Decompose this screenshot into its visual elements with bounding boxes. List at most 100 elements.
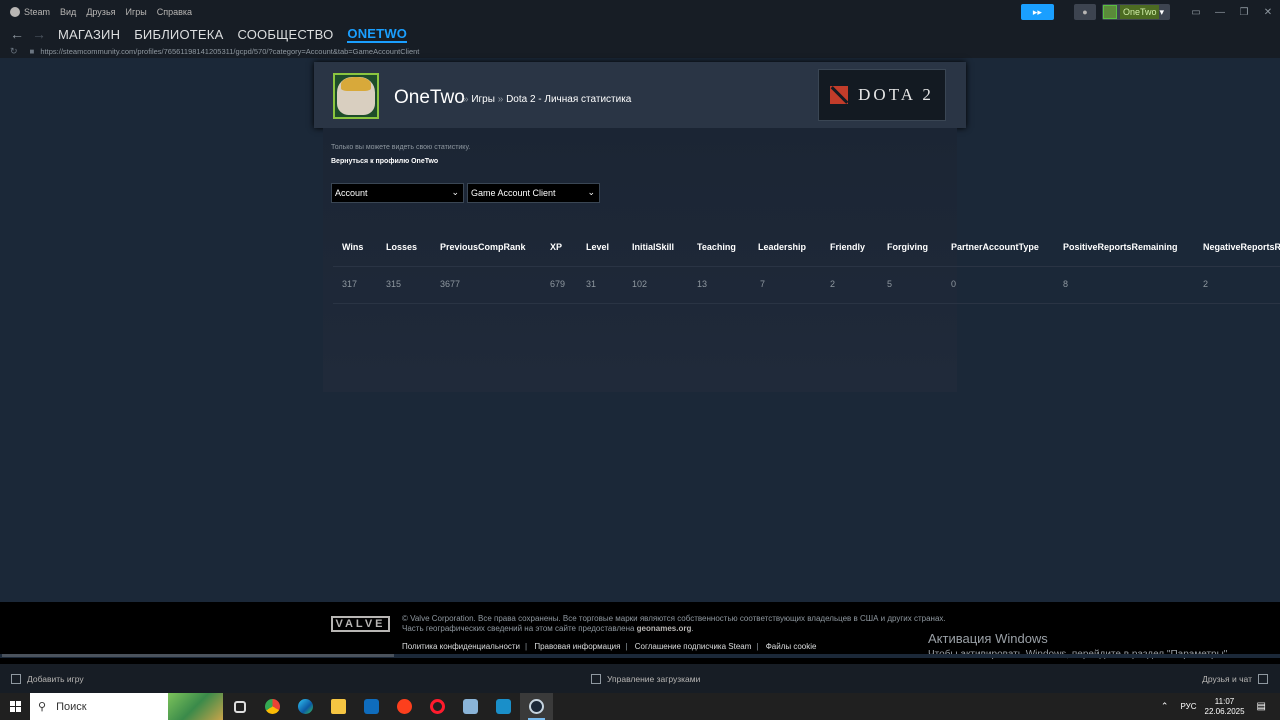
legal-link[interactable]: Правовая информация — [534, 642, 620, 651]
maximize-button[interactable]: ❐ — [1232, 7, 1256, 18]
yandex-app[interactable] — [388, 693, 421, 720]
notepad-app[interactable] — [454, 693, 487, 720]
subscriber-agreement-link[interactable]: Соглашение подписчика Steam — [635, 642, 752, 651]
opera-icon — [430, 699, 445, 714]
chevron-down-icon: ⌄ — [587, 187, 595, 197]
tab-select-value: Game Account Client — [471, 188, 556, 198]
steam-icon — [529, 699, 544, 714]
column-header: Friendly — [830, 242, 866, 252]
column-header: PositiveReportsRemaining — [1063, 242, 1178, 252]
outlook-app[interactable] — [355, 693, 388, 720]
windows-logo-icon — [9, 701, 21, 712]
friends-chat-button[interactable]: Друзья и чат — [1202, 673, 1268, 684]
notifications-button[interactable]: ● — [1073, 4, 1096, 20]
profile-name[interactable]: OneTwo — [394, 87, 465, 109]
table-cell: 3677 — [440, 279, 461, 289]
account-menu-button[interactable]: OneTwo ▾ — [1101, 4, 1170, 20]
copyright-line-1: © Valve Corporation. Все права сохранены… — [402, 614, 946, 623]
table-cell: 315 — [386, 279, 402, 289]
megaphone-icon: ▸▸ — [1032, 6, 1042, 17]
reload-icon[interactable]: ↻ — [10, 46, 18, 57]
activation-title: Активация Windows — [928, 631, 1048, 646]
steam-bottom-bar: Добавить игру Управление загрузками Друз… — [0, 664, 1280, 693]
minimize-button[interactable]: — — [1208, 7, 1232, 18]
nav-community[interactable]: СООБЩЕСТВО — [237, 27, 333, 42]
table-row: 317 315 3677 679 31 102 13 7 2 5 0 8 2 — [333, 266, 1280, 304]
privacy-policy-link[interactable]: Политика конфиденциальности — [402, 642, 520, 651]
lock-icon: ■ — [29, 46, 35, 56]
column-header: InitialSkill — [632, 242, 675, 252]
table-cell: 13 — [697, 279, 708, 289]
scrollbar-thumb[interactable] — [2, 654, 394, 657]
steam-menu-label: Steam — [24, 7, 51, 17]
chevron-up-icon[interactable]: ⌃ — [1161, 701, 1169, 712]
search-placeholder: Поиск — [56, 700, 87, 713]
plus-icon — [11, 673, 21, 684]
back-to-profile-link[interactable]: Вернуться к профилю OneTwo — [331, 158, 438, 165]
breadcrumb-games[interactable]: Игры — [471, 94, 495, 105]
add-game-button[interactable]: Добавить игру — [11, 673, 84, 684]
language-indicator[interactable]: РУС — [1180, 702, 1196, 711]
account-name: OneTwo — [1119, 5, 1160, 19]
steam-logo-icon — [10, 7, 20, 17]
table-cell: 102 — [632, 279, 648, 289]
steam-menu[interactable]: Steam — [10, 7, 50, 17]
breadcrumb: » Игры » Dota 2 - Личная статистика — [463, 94, 632, 105]
chevron-down-icon: ⌄ — [451, 187, 459, 197]
menu-games[interactable]: Игры — [126, 7, 147, 17]
menu-friends[interactable]: Друзья — [86, 7, 115, 17]
url-text[interactable]: https://steamcommunity.com/profiles/7656… — [40, 47, 419, 56]
friends-chat-label: Друзья и чат — [1202, 673, 1252, 684]
chrome-app[interactable] — [256, 693, 289, 720]
steam-app[interactable] — [520, 693, 553, 720]
explorer-app[interactable] — [322, 693, 355, 720]
geonames-link[interactable]: geonames.org — [637, 624, 692, 633]
search-icon: ⚲ — [38, 701, 47, 713]
profile-avatar[interactable] — [333, 73, 379, 119]
taskbar-search[interactable]: ⚲ Поиск — [30, 693, 223, 720]
chrome-icon — [265, 699, 280, 714]
downloads-button[interactable]: Управление загрузками — [591, 673, 701, 684]
folder-icon — [331, 699, 346, 714]
broadcast-button[interactable]: ▸▸ — [1020, 4, 1054, 20]
close-button[interactable]: ✕ — [1256, 7, 1280, 18]
outlook-icon — [364, 699, 379, 714]
yandex-icon — [397, 699, 412, 714]
add-game-label: Добавить игру — [27, 673, 84, 684]
valve-logo[interactable]: VALVE — [331, 616, 390, 632]
table-cell: 7 — [760, 279, 766, 289]
edge-icon — [298, 699, 313, 714]
forward-arrow-icon[interactable]: → — [32, 26, 46, 42]
app-blue[interactable] — [487, 693, 520, 720]
task-view-button[interactable] — [223, 693, 256, 720]
column-header: Leadership — [758, 242, 807, 252]
main-navbar: ← → МАГАЗИН БИБЛИОТЕКА СООБЩЕСТВО ONETWO — [0, 24, 1280, 44]
start-button[interactable] — [0, 693, 30, 720]
cookies-link[interactable]: Файлы cookie — [766, 642, 817, 651]
search-highlight-image — [168, 693, 223, 720]
chat-icon — [1258, 673, 1268, 684]
nav-library[interactable]: БИБЛИОТЕКА — [134, 27, 223, 42]
notification-center-icon[interactable]: ▤ — [1257, 701, 1266, 712]
page-footer: VALVE © Valve Corporation. Все права сох… — [0, 602, 1280, 664]
menu-view[interactable]: Вид — [60, 7, 76, 17]
opera-app[interactable] — [421, 693, 454, 720]
back-arrow-icon[interactable]: ← — [10, 26, 24, 42]
clock-time: 11:07 — [1214, 696, 1235, 706]
category-select[interactable]: Account ⌄ — [331, 183, 464, 203]
table-cell: 2 — [1203, 279, 1209, 289]
horizontal-scrollbar[interactable] — [0, 654, 1280, 658]
menu-help[interactable]: Справка — [157, 7, 192, 17]
downloads-label: Управление загрузками — [607, 673, 701, 684]
edge-app[interactable] — [289, 693, 322, 720]
download-icon — [591, 673, 601, 684]
game-logo[interactable]: DOTA 2 — [818, 69, 946, 121]
big-picture-icon[interactable]: ▭ — [1184, 7, 1208, 18]
clock[interactable]: 11:07 22.06.2025 — [1205, 697, 1245, 717]
profile-header: OneTwo » Игры » Dota 2 - Личная статисти… — [314, 62, 966, 128]
tab-select[interactable]: Game Account Client ⌄ — [467, 183, 600, 203]
system-tray: ⌃ РУС 11:07 22.06.2025 ▤ — [1161, 693, 1280, 720]
nav-profile[interactable]: ONETWO — [347, 26, 408, 43]
category-select-value: Account — [335, 188, 368, 198]
nav-store[interactable]: МАГАЗИН — [58, 27, 120, 42]
